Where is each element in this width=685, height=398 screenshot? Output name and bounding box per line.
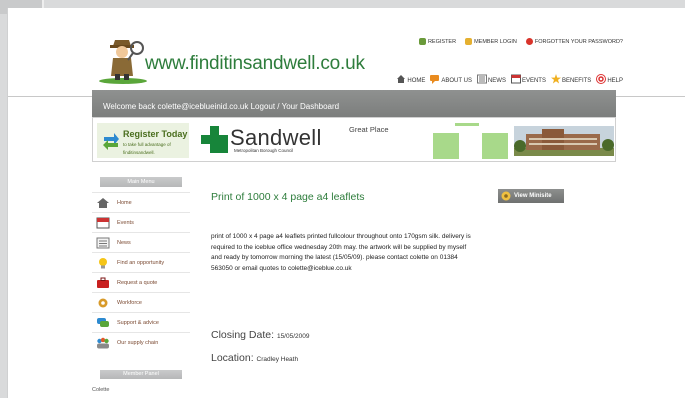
gear-icon — [98, 298, 108, 307]
speech-bubble-icon — [97, 317, 109, 327]
member-name: Colette — [92, 387, 110, 393]
sidebar-item-home[interactable]: Home — [92, 192, 190, 212]
sidebar-item-label: Support & advice — [117, 319, 159, 326]
view-minisite-button[interactable]: View Minisite — [498, 189, 564, 203]
sidebar-item-support-advice[interactable]: Support & advice — [92, 312, 190, 332]
lock-icon — [465, 38, 473, 45]
banner-green-block — [433, 133, 459, 159]
chat-icon — [430, 75, 440, 84]
nav-home-label: HOME — [407, 78, 426, 84]
promo-banner: Register Today to take full advantage of… — [92, 117, 616, 162]
register-today-box[interactable]: Register Today to take full advantage of… — [97, 123, 189, 158]
nav-home[interactable]: HOME — [396, 74, 425, 84]
sidebar-item-label: News — [117, 239, 131, 246]
member-login-label: MEMBER LOGIN — [474, 38, 517, 45]
register-link-label: REGISTER — [427, 38, 457, 45]
register-today-subtitle: to take full advantage of finditinsandwe… — [123, 142, 171, 155]
closing-date: Closing Date: 15/05/2009 — [211, 329, 310, 341]
forgotten-password-link[interactable]: FORGOTTEN YOUR PASSWORD? — [525, 38, 623, 45]
nav-news[interactable]: NEWS — [476, 74, 506, 84]
main-menu-header: Main Menu — [100, 177, 182, 187]
welcome-text[interactable]: Welcome back colette@iceblueinid.co.uk L… — [103, 102, 339, 111]
register-icon — [418, 38, 426, 45]
nav-benefits[interactable]: BENEFITS — [550, 74, 592, 84]
forgotten-icon — [525, 38, 533, 45]
banner-tagline: Great Place — [349, 125, 389, 134]
account-links: REGISTER MEMBER LOGIN FORGOTTEN YOUR PAS… — [418, 38, 623, 45]
sidebar-item-label: Home — [117, 199, 132, 206]
register-link[interactable]: REGISTER — [418, 38, 457, 45]
nav-help-label: HELP — [607, 78, 623, 84]
star-icon — [550, 74, 561, 84]
news-icon — [96, 237, 110, 248]
sidebar-item-label: Workforce — [117, 299, 142, 306]
sandwell-logo-icon — [201, 126, 228, 153]
calendar-icon — [510, 74, 521, 84]
welcome-bar: Welcome back colette@iceblueinid.co.uk L… — [92, 90, 616, 118]
nav-benefits-label: BENEFITS — [561, 78, 592, 84]
home-icon — [97, 197, 109, 208]
sidebar-item-label: Events — [117, 219, 134, 226]
nav-about-us-label: ABOUT US — [441, 78, 472, 84]
page-title: Print of 1000 x 4 page a4 leaflets — [211, 191, 365, 203]
member-login-link[interactable]: MEMBER LOGIN — [465, 38, 517, 45]
closing-date-value: 15/05/2009 — [276, 333, 310, 340]
people-icon — [97, 337, 109, 348]
sidebar-item-label: Request a quote — [117, 279, 158, 286]
view-minisite-label: View Minisite — [514, 193, 552, 199]
banner-green-block — [482, 133, 508, 159]
briefcase-icon — [97, 277, 109, 288]
sidebar-item-workforce[interactable]: Workforce — [92, 292, 190, 312]
sidebar-item-label: Find an opportunity — [117, 259, 165, 266]
location-label: Location: — [211, 352, 254, 364]
nav-news-label: NEWS — [487, 78, 506, 84]
closing-date-label: Closing Date: — [211, 329, 275, 341]
sidebar-item-supply-chain[interactable]: Our supply chain — [92, 332, 190, 352]
register-today-title: Register Today — [123, 129, 188, 139]
sidebar-item-request-quote[interactable]: Request a quote — [92, 272, 190, 292]
building-photo — [514, 126, 614, 156]
logo-text: www.finditinsandwell.co.uk — [145, 53, 365, 74]
sandwell-subtitle: Metropolitan Borough Council — [234, 148, 294, 153]
sidebar: Main Menu Home Events News Find an oppor… — [92, 167, 190, 398]
sidebar-item-label: Our supply chain — [117, 339, 159, 346]
location-value: Cradley Heath — [256, 356, 299, 363]
exchange-arrows-icon — [103, 133, 119, 150]
sidebar-item-find-opportunity[interactable]: Find an opportunity — [92, 252, 190, 272]
nav-events[interactable]: EVENTS — [510, 74, 546, 84]
calendar-icon — [96, 217, 110, 228]
member-panel-header: Member Panel — [100, 370, 182, 379]
help-icon — [596, 74, 607, 84]
main-nav: HOME ABOUT US NEWS EVENTS BENEFITS HELP — [396, 74, 623, 84]
sidebar-item-events[interactable]: Events — [92, 212, 190, 232]
news-icon — [476, 74, 487, 84]
main-content: Print of 1000 x 4 page a4 leaflets View … — [200, 167, 616, 398]
nav-help[interactable]: HELP — [596, 74, 623, 84]
nav-about-us[interactable]: ABOUT US — [430, 74, 472, 84]
lightbulb-icon — [99, 257, 107, 268]
site-logo[interactable]: www.finditinsandwell.co.uk — [93, 26, 365, 88]
nav-events-label: EVENTS — [521, 78, 546, 84]
opportunity-description: print of 1000 x 4 page a4 leaflets print… — [211, 233, 471, 272]
minisite-icon — [501, 191, 511, 201]
sidebar-item-news[interactable]: News — [92, 232, 190, 252]
forgotten-password-label: FORGOTTEN YOUR PASSWORD? — [534, 38, 623, 45]
home-icon — [397, 75, 406, 83]
detective-mascot-icon — [99, 40, 147, 84]
location: Location: Cradley Heath — [211, 352, 298, 364]
banner-green-strip — [455, 123, 479, 126]
